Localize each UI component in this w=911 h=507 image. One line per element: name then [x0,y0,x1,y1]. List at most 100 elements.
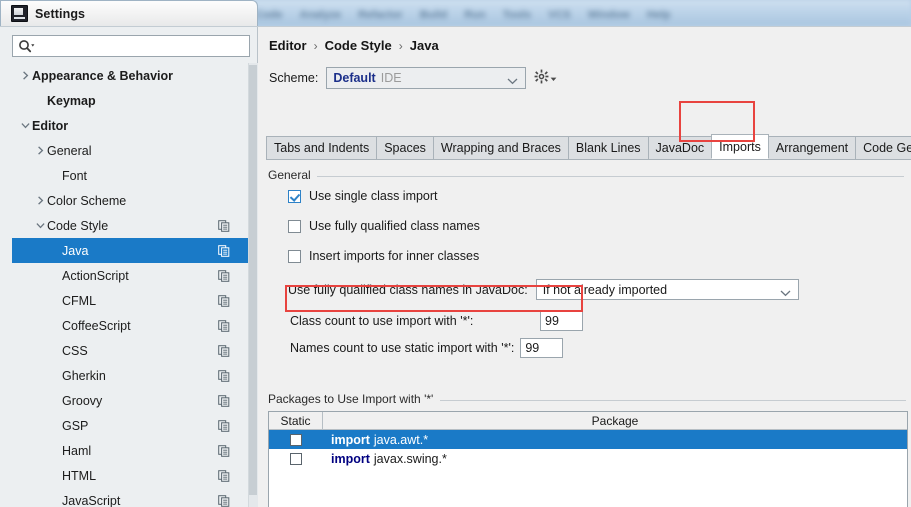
tab-spaces[interactable]: Spaces [376,136,434,159]
sidebar-item-html[interactable]: HTML [12,463,248,488]
copy-scheme-icon[interactable] [218,344,230,357]
javadoc-fqcn-label: Use fully qualified class names in JavaD… [288,282,528,297]
chevron-right-icon[interactable] [33,196,47,205]
sidebar-item-label: GSP [62,418,89,433]
sidebar-item-actionscript[interactable]: ActionScript [12,263,248,288]
sidebar-item-css[interactable]: CSS [12,338,248,363]
breadcrumb-separator: › [398,38,403,53]
javadoc-fqcn-value: If not already imported [542,282,668,297]
copy-scheme-icon[interactable] [218,469,230,482]
package-cell: import javax.swing.* [323,452,907,466]
tab-label: Wrapping and Braces [440,141,561,155]
dialog-title: Settings [35,6,86,21]
code-style-tabbar[interactable]: Tabs and Indents Spaces Wrapping and Brace… [266,134,911,160]
sidebar-item-general[interactable]: General [12,138,248,163]
search-icon [18,39,36,53]
column-header-package: Package [591,413,639,428]
gear-dropdown-icon [550,71,557,85]
packages-table[interactable]: Static Package import java.awt.* import jav… [268,411,908,507]
checkbox-label: Use single class import [309,189,438,203]
class-count-label: Class count to use import with '*': [290,314,474,328]
copy-scheme-icon[interactable] [218,494,230,507]
copy-scheme-icon[interactable] [218,319,230,332]
general-group-divider [316,176,904,177]
checkbox-box[interactable] [288,249,301,263]
copy-scheme-icon[interactable] [218,219,230,232]
checkbox-box[interactable] [288,189,301,203]
sidebar-item-font[interactable]: Font [12,163,248,188]
sidebar-item-cfml[interactable]: CFML [12,288,248,313]
sidebar-item-gherkin[interactable]: Gherkin [12,363,248,388]
search-input[interactable] [36,37,236,55]
breadcrumb-item: Java [409,38,439,53]
tab-label: Imports [719,139,761,154]
tab-label: Arrangement [775,141,849,155]
table-row[interactable]: import java.awt.* [269,430,907,449]
sidebar-item-keymap[interactable]: Keymap [12,88,248,113]
static-cell [269,452,323,465]
scheme-dropdown[interactable]: Default IDE [326,67,527,89]
table-row[interactable]: import javax.swing.* [269,449,907,468]
breadcrumb-item[interactable]: Code Style [325,38,392,53]
settings-tree[interactable]: Appearance & Behavior Keymap Editor General… [12,63,258,507]
chevron-right-icon[interactable] [18,71,32,80]
chevron-down-icon[interactable] [33,221,47,230]
sidebar-item-label: Font [62,168,88,183]
settings-detail-pane: Editor › Code Style › Java Scheme: Default I… [258,27,911,507]
tab-tabs-and-indents[interactable]: Tabs and Indents [266,136,378,159]
tab-arrangement[interactable]: Arrangement [767,136,857,159]
names-count-input[interactable] [520,338,564,358]
copy-scheme-icon[interactable] [218,394,230,407]
sidebar-item-code-style[interactable]: Code Style [12,213,248,238]
checkbox-box[interactable] [288,219,301,233]
sidebar-item-editor[interactable]: Editor [12,113,248,138]
checkbox-use-fully-qualified-class-names[interactable]: Use fully qualified class names [288,219,480,233]
sidebar-item-label: Groovy [62,393,103,408]
copy-scheme-icon[interactable] [218,419,230,432]
javadoc-fqcn-row: Use fully qualified class names in JavaD… [288,279,799,300]
static-checkbox[interactable] [290,433,302,446]
tab-label: JavaDoc [655,141,705,155]
dialog-body: Appearance & Behavior Keymap Editor General… [0,26,911,507]
sidebar-item-label: CoffeeScript [62,318,131,333]
chevron-right-icon[interactable] [33,146,47,155]
sidebar-item-java[interactable]: Java [12,238,248,263]
tab-blank-lines[interactable]: Blank Lines [567,136,649,159]
tab-label: Code Genera [863,141,911,155]
sidebar-item-color-scheme[interactable]: Color Scheme [12,188,248,213]
sidebar-item-haml[interactable]: Haml [12,438,248,463]
checkbox-insert-imports-for-inner-classes[interactable]: Insert imports for inner classes [288,249,479,263]
tab-wrapping-and-braces[interactable]: Wrapping and Braces [432,136,569,159]
sidebar-item-label: CSS [62,343,88,358]
breadcrumb-item[interactable]: Editor [269,38,307,53]
static-checkbox[interactable] [290,452,302,465]
sidebar-item-javascript[interactable]: JavaScript [12,488,248,507]
sidebar-item-appearance-behavior[interactable]: Appearance & Behavior [12,63,248,88]
sidebar-scrollbar-track[interactable] [248,63,258,507]
chevron-down-icon[interactable] [18,121,32,130]
javadoc-fqcn-dropdown[interactable]: If not already imported [535,279,799,300]
sidebar-item-groovy[interactable]: Groovy [12,388,248,413]
sidebar-item-label: HTML [62,468,97,483]
names-count-row: Names count to use static import with '*… [290,338,564,358]
search-box[interactable] [12,35,250,57]
copy-scheme-icon[interactable] [218,369,230,382]
tab-imports[interactable]: Imports [711,134,769,159]
scheme-qualifier: IDE [380,71,402,85]
sidebar-item-coffeescript[interactable]: CoffeeScript [12,313,248,338]
copy-scheme-icon[interactable] [218,244,230,257]
sidebar-item-gsp[interactable]: GSP [12,413,248,438]
sidebar-scrollbar-thumb[interactable] [249,65,257,495]
tab-code-genera[interactable]: Code Genera [855,136,911,159]
sidebar-item-label: General [47,143,92,158]
class-count-input[interactable] [540,311,583,331]
intellij-idea-icon [11,5,28,22]
tab-javadoc[interactable]: JavaDoc [647,136,713,159]
scheme-settings-button[interactable] [534,69,557,87]
scheme-label: Scheme: [269,71,319,85]
sidebar-item-label: ActionScript [62,268,129,283]
copy-scheme-icon[interactable] [218,444,230,457]
copy-scheme-icon[interactable] [218,269,230,282]
checkbox-use-single-class-import[interactable]: Use single class import [288,189,438,203]
copy-scheme-icon[interactable] [218,294,230,307]
